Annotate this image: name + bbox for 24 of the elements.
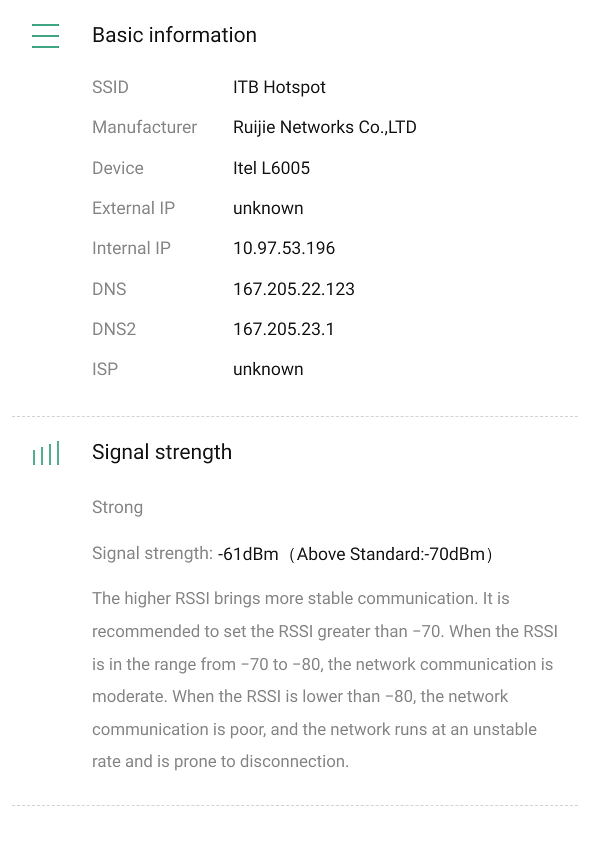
section-title: Signal strength [92,441,232,466]
field-label: Manufacturer [92,118,198,138]
description-text: The higher RSSI brings more stable communication. It is recommended to set the RSSI greater than −70. When the RSSI is in the range from −70 to −80, the network communication is moderate. When the RSSI is lower than −80, the network communication is poor, and the network runs at an unstable rate and is prone to disconnection. [92,588,560,774]
reading-value: -61dBm（Above Standard:-70dBm） [218,544,504,566]
field-label: DNS [92,280,128,300]
field-value: 167.205.23.1 [233,320,336,340]
field-value: 10.97.53.196 [233,239,336,260]
field-value: 167.205.22.123 [233,280,356,300]
field-value: Itel L6005 [233,158,310,179]
field-label: Internal IP [92,239,172,260]
field-value: unknown [233,199,304,220]
field-label: DNS2 [92,320,138,340]
field-value: ITB Hotspot [233,78,326,98]
section-title: Basic information [92,24,258,48]
field-label: External IP [92,199,176,220]
signal-status: Strong [92,497,144,520]
signal-bars-icon [32,440,59,466]
field-label: Device [92,158,145,179]
field-value: Ruijie Networks Co.,LTD [233,118,417,138]
reading-label: Signal strength: [92,544,214,564]
menu-icon [32,23,59,49]
field-label: ISP [92,360,120,380]
field-value: unknown [233,360,304,380]
field-label: SSID [92,78,130,98]
